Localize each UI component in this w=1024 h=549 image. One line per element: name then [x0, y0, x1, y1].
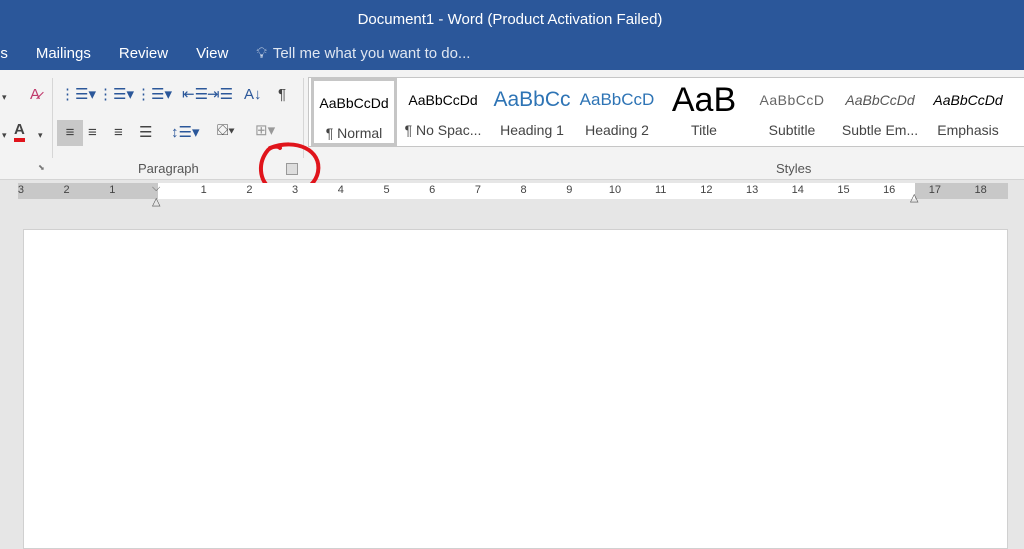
dropdown-icon[interactable]: ▾ — [38, 126, 43, 144]
style-title[interactable]: AaB Title — [661, 78, 747, 146]
tab-review[interactable]: Review — [119, 45, 168, 62]
ruler-number: 8 — [520, 184, 527, 196]
ruler-number: 5 — [383, 184, 390, 196]
ruler-number: 4 — [337, 184, 344, 196]
ruler-number: 16 — [883, 184, 896, 196]
ruler-number: 14 — [791, 184, 804, 196]
ruler-number: 11 — [654, 184, 667, 196]
ruler-number: 9 — [566, 184, 573, 196]
styles-group-label: Styles — [776, 161, 812, 176]
tab-references[interactable]: es — [0, 45, 8, 62]
ruler-number: 17 — [928, 184, 942, 196]
hanging-indent-marker[interactable]: △ — [152, 193, 160, 211]
ruler-number: 7 — [474, 184, 481, 196]
dropdown-icon[interactable]: ▾ — [2, 126, 7, 144]
style-heading-2[interactable]: AaBbCcD Heading 2 — [577, 78, 657, 146]
style-subtitle[interactable]: AaBbCcD Subtitle — [749, 78, 835, 146]
align-center-icon[interactable]: ≡ — [88, 124, 97, 142]
ruler-number: 12 — [700, 184, 713, 196]
sort-icon[interactable]: A↓ — [244, 86, 262, 104]
decrease-indent-icon[interactable]: ⇤☰ — [182, 86, 208, 104]
increase-indent-icon[interactable]: ⇥☰ — [207, 86, 233, 104]
window-title: Document1 - Word (Product Activation Fai… — [357, 11, 663, 28]
line-spacing-icon[interactable]: ↕☰▾ — [171, 124, 199, 142]
ruler-number: 13 — [745, 184, 759, 196]
font-dialog-launcher[interactable]: ⬊ — [38, 163, 50, 175]
style-heading-1[interactable]: AaBbCc Heading 1 — [489, 78, 575, 146]
style-emphasis[interactable]: AaBbCcDd Emphasis — [925, 78, 1011, 146]
align-right-icon[interactable]: ≡ — [114, 124, 123, 142]
justify-icon[interactable]: ☰ — [139, 124, 152, 142]
style-no-spacing[interactable]: AaBbCcDd ¶ No Spac... — [399, 78, 487, 146]
bullets-icon[interactable]: ⋮☰▾ — [60, 86, 96, 104]
style-normal[interactable]: AaBbCcDd ¶ Normal — [311, 78, 397, 146]
ruler-number: 2 — [246, 184, 253, 196]
tell-me-box[interactable]: 💡︎ Tell me what you want to do... — [256, 45, 470, 62]
clear-formatting-icon[interactable]: A̷ — [30, 86, 40, 104]
title-bar: Document1 - Word (Product Activation Fai… — [0, 0, 1024, 70]
borders-icon[interactable]: ⊞▾ — [255, 122, 275, 140]
paragraph-group-label: Paragraph — [138, 161, 199, 176]
right-indent-marker[interactable]: △ — [910, 189, 918, 207]
dropdown-icon[interactable]: ▾ — [2, 88, 7, 106]
tab-mailings[interactable]: Mailings — [36, 45, 91, 62]
ruler-number: 18 — [974, 184, 987, 196]
ribbon-tabs: es Mailings Review View 💡︎Tell me what y… — [0, 45, 470, 62]
lightbulb-icon: 💡︎ — [256, 45, 267, 62]
ruler-number: 10 — [608, 184, 622, 196]
align-left-icon[interactable]: ≡ — [57, 120, 83, 146]
show-formatting-icon[interactable]: ¶ — [278, 86, 286, 104]
document-page[interactable] — [23, 229, 1008, 549]
horizontal-ruler[interactable]: ⌵ △ △ 3 2 1 1 2 3 4 5 6 7 8 9 10 11 12 13 14 15 16 17 18 — [17, 182, 1008, 208]
ruler-number: 15 — [837, 184, 850, 196]
ruler-number: 1 — [200, 184, 207, 196]
style-subtle-emphasis[interactable]: AaBbCcDd Subtle Em... — [837, 78, 923, 146]
styles-gallery: AaBbCcDd ¶ Normal AaBbCcDd ¶ No Spac... Aa… — [308, 77, 1024, 147]
ruler-number: 3 — [292, 184, 299, 196]
tab-view[interactable]: View — [196, 45, 228, 62]
font-color-icon[interactable]: A — [14, 122, 25, 142]
ruler-number: 1 — [109, 184, 116, 196]
ruler-number: 3 — [17, 184, 24, 196]
shading-icon[interactable]: ⛋▾ — [217, 122, 235, 140]
ruler-number: 2 — [63, 184, 70, 196]
divider — [52, 78, 53, 158]
ruler-number: 6 — [429, 184, 436, 196]
multilevel-list-icon[interactable]: ⋮☰▾ — [136, 86, 172, 104]
ruler-left-margin — [18, 183, 158, 199]
numbering-icon[interactable]: ⋮☰▾ — [98, 86, 134, 104]
